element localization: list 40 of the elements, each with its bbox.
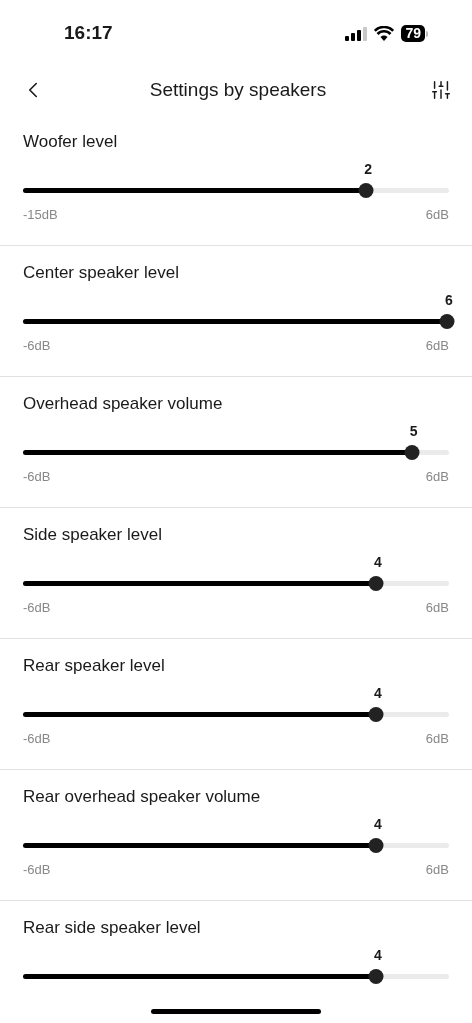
max-label: 6dB [425,730,449,748]
slider-value: 4 [373,946,382,965]
slider-thumb[interactable] [368,707,384,722]
setting-label: Rear overhead speaker volume [23,786,262,808]
settings-icon [430,79,452,101]
slider-thumb[interactable] [358,183,374,198]
page-title: Settings by speakers [149,77,327,102]
max-label: 6dB [425,337,449,355]
wifi-icon [374,26,395,41]
min-label: -15dB [23,206,58,224]
setting-label: Rear side speaker level [23,917,202,939]
slider-value: 4 [373,684,382,703]
min-label: -6dB [23,861,51,879]
slider-value: 6 [445,291,453,310]
slider-thumb[interactable] [368,969,384,984]
setting-label: Center speaker level [23,262,180,284]
setting-label: Rear speaker level [23,655,166,677]
setting-label: Overhead speaker volume [23,393,224,415]
slider-value: 4 [373,553,382,572]
max-label: 6dB [425,599,449,617]
min-label: -6dB [23,337,51,355]
battery-level: 79 [401,25,425,42]
setting-label: Woofer level [23,131,119,153]
slider-thumb[interactable] [368,838,384,853]
max-label: 6dB [425,206,449,224]
max-label: 6dB [425,861,449,879]
max-label: 6dB [425,468,449,486]
min-label: -6dB [23,468,51,486]
slider-thumb[interactable] [368,576,384,591]
signal-icon [345,26,368,41]
min-label: -6dB [23,599,51,617]
min-label: -6dB [23,730,51,748]
slider-thumb[interactable] [404,445,420,460]
settings-button[interactable] [430,79,452,101]
status-time: 16:17 [64,21,113,46]
slider-thumb[interactable] [439,314,455,329]
setting-label: Side speaker level [23,524,163,546]
slider-value: 5 [409,422,418,441]
slider-value: 2 [364,160,372,179]
slider-value: 4 [373,815,382,834]
